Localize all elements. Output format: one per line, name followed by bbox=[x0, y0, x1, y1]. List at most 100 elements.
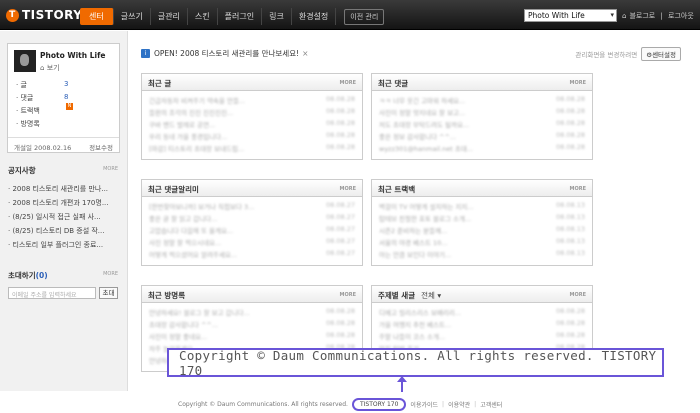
info-edit-link[interactable]: 정보수정 bbox=[89, 142, 113, 152]
list-item[interactable]: 아는 만큼 보인다 이야기... 08.08.13 bbox=[379, 249, 585, 261]
list-item[interactable]: ㅋㅋ 너무 웃긴 고마워 하세요... 08.08.28 bbox=[379, 95, 585, 107]
list-item[interactable]: 고맙습니다 다음에 또 올게요... 08.08.27 bbox=[149, 225, 355, 237]
list-item[interactable]: 어떻게 찍으셨어요 알려주세요... 08.08.27 bbox=[149, 249, 355, 261]
list-item[interactable]: 좋은 정보 감사합니다 ^^... 08.08.28 bbox=[379, 131, 585, 143]
open-notice-text[interactable]: OPEN! 2008 티스토리 새관리를 만나보세요! bbox=[154, 48, 299, 59]
more-link[interactable]: MORE bbox=[340, 186, 357, 192]
notice-item[interactable]: · 2008 티스토리 개편과 170명... bbox=[8, 198, 120, 212]
top-navigation-bar: T TISTORY 센터 글쓰기 글관리 스킨 플러그인 링크 환경설정 이전 … bbox=[0, 0, 700, 30]
menu-center[interactable]: 센터 bbox=[80, 8, 114, 25]
center-settings-hint: 관리화면을 변경하려면 bbox=[575, 51, 638, 59]
list-item-title: 긴급자동차 비켜주기 약속을 만들... bbox=[149, 97, 246, 105]
guide-link[interactable]: 이용가이드 bbox=[410, 400, 438, 409]
list-item[interactable]: 가을 여행지 추천 베스트... 08.08.28 bbox=[379, 319, 585, 331]
terms-link[interactable]: 이용약관 bbox=[448, 400, 470, 409]
blog-select[interactable]: Photo With Life ▾ bbox=[524, 9, 617, 22]
profile-footer: 개설일 2008.02.16 정보수정 bbox=[8, 137, 119, 152]
topic-select[interactable]: 전체 ▾ bbox=[421, 291, 441, 300]
list-item-title: 사진이 정말 좋네요... bbox=[149, 333, 208, 341]
support-link[interactable]: 고객센터 bbox=[480, 400, 502, 409]
tistory-logo[interactable]: T TISTORY bbox=[6, 6, 82, 24]
invite-row: 이메일 주소를 입력하세요 초대 bbox=[8, 287, 120, 299]
menu-settings[interactable]: 환경설정 bbox=[292, 8, 337, 25]
list-item-title: [한번찾아보니까] 보거나 직접보다 3... bbox=[149, 203, 255, 211]
list-item-date: 08.08.28 bbox=[326, 143, 355, 151]
footer-separator: | bbox=[474, 401, 477, 408]
blog-select-value: Photo With Life bbox=[528, 11, 585, 20]
menu-skin[interactable]: 스킨 bbox=[188, 8, 218, 25]
list-item-date: 08.08.28 bbox=[326, 307, 355, 315]
list-item[interactable]: 초대장 감사합니다 ^^... 08.08.28 bbox=[149, 319, 355, 331]
panel-body: 벽걸이 TV 어떻게 설치하는 지지... 08.08.13 탑테브 친절한 포토 … bbox=[372, 197, 592, 265]
list-item[interactable]: 사진이 정말 좋네요... 08.08.28 bbox=[149, 331, 355, 343]
list-item-date: 08.08.28 bbox=[556, 307, 585, 315]
list-item-date: 08.08.28 bbox=[556, 319, 585, 327]
notice-item[interactable]: · (8/25) 일시적 접근 실패 사... bbox=[8, 212, 120, 226]
list-item[interactable]: wyzz301@hanmail.net 초대... 08.08.28 bbox=[379, 143, 585, 155]
more-link[interactable]: MORE bbox=[570, 186, 587, 192]
more-link[interactable]: MORE bbox=[570, 80, 587, 86]
list-item[interactable]: 탑테브 친절한 포토 블로그 소개... 08.08.13 bbox=[379, 213, 585, 225]
notice-item[interactable]: · 티스토리 일부 플러그인 종료... bbox=[8, 240, 120, 254]
list-item[interactable]: 사진이 정말 멋지네요 잘 보고... 08.08.28 bbox=[379, 107, 585, 119]
list-item-title: ㅋㅋ 너무 웃긴 고마워 하세요... bbox=[379, 97, 466, 105]
list-item[interactable]: 디메고 릴리스리스 보배리리... 08.08.28 bbox=[379, 307, 585, 319]
list-item[interactable]: 들판의 조각의 진진 진진진진... 08.08.28 bbox=[149, 107, 355, 119]
list-item-title: 들판의 조각의 진진 진진진진... bbox=[149, 109, 234, 117]
list-item-title: 쿠바 밴드 발레로 공연... bbox=[149, 121, 216, 129]
list-item-date: 08.08.27 bbox=[326, 237, 355, 245]
invite-more-link[interactable]: MORE bbox=[103, 271, 118, 277]
more-link[interactable]: MORE bbox=[570, 292, 587, 298]
menu-link[interactable]: 링크 bbox=[262, 8, 292, 25]
top-links: ⌂ 블로그로 | 로그아웃 bbox=[622, 11, 697, 21]
list-item-title: 사진 정말 잘 찍으시네요... bbox=[149, 239, 222, 247]
list-item[interactable]: 좋은 글 잘 읽고 갑니다... 08.08.27 bbox=[149, 213, 355, 225]
invite-button[interactable]: 초대 bbox=[99, 287, 118, 299]
stat-guestbook[interactable]: · 방명록 bbox=[16, 119, 40, 132]
list-item[interactable]: 쿠바 밴드 발레로 공연... 08.08.28 bbox=[149, 119, 355, 131]
menu-post-management[interactable]: 글관리 bbox=[151, 8, 188, 25]
chevron-down-icon: ▾ bbox=[437, 291, 442, 300]
menu-plugin[interactable]: 플러그인 bbox=[218, 8, 263, 25]
opened-date: 개설일 2008.02.16 bbox=[14, 144, 72, 152]
info-icon: i bbox=[141, 48, 150, 58]
list-item-date: 08.08.13 bbox=[556, 225, 585, 233]
list-item[interactable]: [마감] 티스토리 초대장 보내드립... 08.08.28 bbox=[149, 143, 355, 155]
panel-title: 최근 댓글알리미 bbox=[148, 185, 199, 194]
more-link[interactable]: MORE bbox=[340, 292, 357, 298]
center-settings-button[interactable]: ⚙센터설정 bbox=[641, 47, 681, 61]
list-item[interactable]: 사진 정말 잘 찍으시네요... 08.08.27 bbox=[149, 237, 355, 249]
tistory-logo-icon: T bbox=[6, 8, 19, 22]
stat-posts[interactable]: · 글3 bbox=[16, 80, 68, 93]
close-icon[interactable]: × bbox=[302, 49, 308, 58]
list-item[interactable]: 서울의 야경 베스트 10... 08.08.13 bbox=[379, 237, 585, 249]
view-icon: ⌂ bbox=[40, 64, 45, 72]
list-item-date: 08.08.28 bbox=[556, 107, 585, 115]
invite-email-input[interactable]: 이메일 주소를 입력하세요 bbox=[8, 287, 96, 299]
list-item-title: 우리 동네 가을 풍경입니다... bbox=[149, 133, 228, 141]
list-item-date: 08.08.28 bbox=[556, 131, 585, 139]
list-item[interactable]: 안녕하세요! 블로그 잘 보고 갑니다... 08.08.28 bbox=[149, 307, 355, 319]
old-admin-button[interactable]: 이전 관리 bbox=[344, 8, 385, 25]
list-item[interactable]: 벽걸이 TV 어떻게 설치하는 지지... 08.08.13 bbox=[379, 201, 585, 213]
menu-write[interactable]: 글쓰기 bbox=[114, 8, 151, 25]
blog-home-link[interactable]: 블로그로 bbox=[629, 12, 655, 20]
avatar[interactable] bbox=[14, 50, 36, 72]
view-link[interactable]: ⌂ 보기 bbox=[40, 63, 60, 73]
list-item[interactable]: 주말 나들이 코스 소개... 08.08.28 bbox=[379, 331, 585, 343]
notice-item[interactable]: · 2008 티스토리 새관리를 만나... bbox=[8, 184, 120, 198]
more-link[interactable]: MORE bbox=[340, 80, 357, 86]
logout-link[interactable]: 로그아웃 bbox=[668, 12, 694, 20]
list-item[interactable]: 긴급자동차 비켜주기 약속을 만들... 08.08.28 bbox=[149, 95, 355, 107]
notice-item[interactable]: · (8/25) 티스토리 DB 증설 작... bbox=[8, 226, 120, 240]
blog-name[interactable]: Photo With Life bbox=[40, 51, 105, 60]
list-item[interactable]: [한번찾아보니까] 보거나 직접보다 3... 08.08.27 bbox=[149, 201, 355, 213]
notice-more-link[interactable]: MORE bbox=[103, 166, 118, 172]
blog-stats: · 글3 · 댓글 8N · 트랙백 · 방명록 bbox=[16, 80, 73, 132]
list-item[interactable]: 시즌2 준비하는 분들께... 08.08.13 bbox=[379, 225, 585, 237]
list-item[interactable]: 저도 초대장 부탁드려도 될까요... 08.08.28 bbox=[379, 119, 585, 131]
stat-trackbacks[interactable]: · 트랙백 bbox=[16, 106, 40, 119]
stat-comments[interactable]: · 댓글 8N bbox=[16, 93, 73, 110]
top-links-separator: | bbox=[660, 12, 663, 20]
list-item[interactable]: 우리 동네 가을 풍경입니다... 08.08.28 bbox=[149, 131, 355, 143]
